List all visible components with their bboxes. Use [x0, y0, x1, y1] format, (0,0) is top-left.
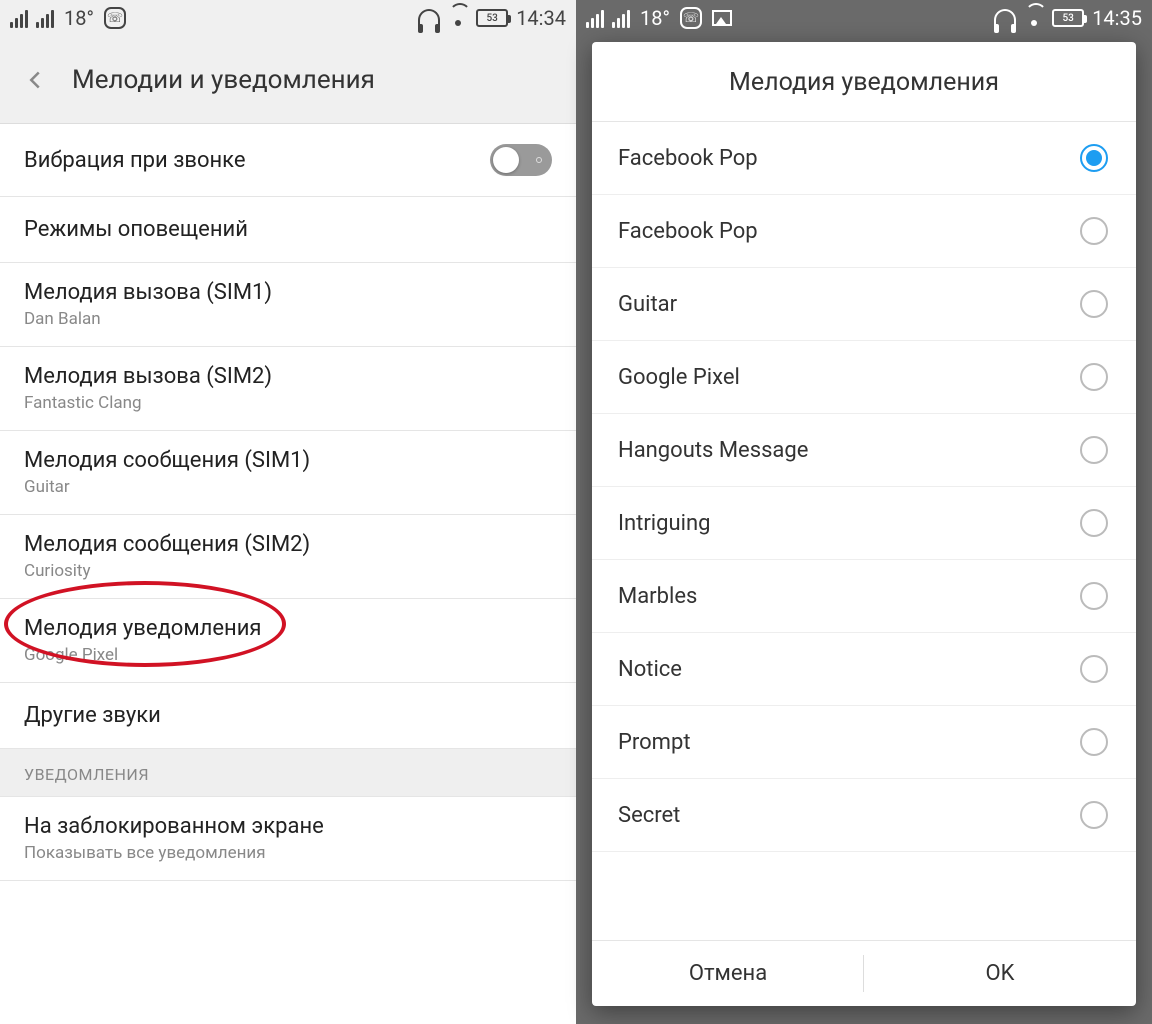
radio-item[interactable]: Google Pixel	[592, 341, 1136, 414]
radio-label: Intriguing	[618, 511, 710, 536]
setting-subtitle: Curiosity	[24, 561, 310, 581]
viber-icon: ☏	[680, 7, 702, 29]
radio-item[interactable]: Hangouts Message	[592, 414, 1136, 487]
app-bar: Мелодии и уведомления	[0, 36, 576, 124]
setting-title: Режимы оповещений	[24, 217, 248, 242]
section-header: УВЕДОМЛЕНИЯ	[0, 749, 576, 797]
ringtone-list[interactable]: Facebook Pop Facebook Pop Guitar Google Pix…	[592, 122, 1136, 940]
status-bar: 18° ☏ 53 14:34	[0, 0, 576, 36]
radio-button[interactable]	[1080, 436, 1108, 464]
dialog-actions: Отмена OK	[592, 940, 1136, 1006]
status-bar: 18° ☏ 53 14:35	[576, 0, 1152, 36]
radio-item[interactable]: Intriguing	[592, 487, 1136, 560]
setting-title: Мелодия вызова (SIM2)	[24, 364, 272, 389]
ok-button[interactable]: OK	[864, 941, 1136, 1006]
radio-item[interactable]: Guitar	[592, 268, 1136, 341]
setting-title: Мелодия вызова (SIM1)	[24, 280, 272, 305]
radio-button[interactable]	[1080, 217, 1108, 245]
radio-item[interactable]: Facebook Pop	[592, 195, 1136, 268]
viber-icon: ☏	[104, 7, 126, 29]
image-icon	[712, 10, 732, 26]
setting-item[interactable]: Режимы оповещений	[0, 197, 576, 263]
setting-item[interactable]: Мелодия уведомления Google Pixel	[0, 599, 576, 683]
headphones-icon	[994, 9, 1016, 27]
radio-label: Google Pixel	[618, 365, 740, 390]
radio-item[interactable]: Secret	[592, 779, 1136, 852]
toggle-switch[interactable]	[490, 144, 552, 176]
setting-subtitle: Fantastic Clang	[24, 393, 272, 413]
setting-title: Вибрация при звонке	[24, 148, 246, 173]
setting-item[interactable]: На заблокированном экране Показывать все …	[0, 797, 576, 881]
radio-button[interactable]	[1080, 728, 1108, 756]
radio-label: Facebook Pop	[618, 219, 758, 244]
radio-button[interactable]	[1080, 144, 1108, 172]
radio-button[interactable]	[1080, 509, 1108, 537]
setting-item[interactable]: Мелодия вызова (SIM1) Dan Balan	[0, 263, 576, 347]
setting-subtitle: Dan Balan	[24, 309, 272, 329]
cancel-button[interactable]: Отмена	[592, 941, 864, 1006]
back-button[interactable]	[18, 63, 52, 97]
radio-button[interactable]	[1080, 655, 1108, 683]
clock: 14:34	[516, 6, 566, 30]
radio-label: Prompt	[618, 730, 691, 755]
signal-icon	[586, 8, 630, 28]
dialog-title: Мелодия уведомления	[592, 42, 1136, 122]
signal-icon	[10, 8, 54, 28]
dialog-backdrop: Мелодия уведомления Facebook PopFacebook…	[576, 36, 1152, 1024]
radio-button[interactable]	[1080, 801, 1108, 829]
setting-item[interactable]: Мелодия сообщения (SIM1) Guitar	[0, 431, 576, 515]
radio-button[interactable]	[1080, 582, 1108, 610]
setting-item[interactable]: Мелодия сообщения (SIM2) Curiosity	[0, 515, 576, 599]
setting-item[interactable]: Другие звуки	[0, 683, 576, 749]
setting-subtitle: Google Pixel	[24, 645, 262, 665]
radio-button[interactable]	[1080, 363, 1108, 391]
setting-subtitle: Guitar	[24, 477, 310, 497]
wifi-icon	[448, 10, 468, 26]
battery-level: 53	[1063, 13, 1074, 24]
clock: 14:35	[1092, 6, 1142, 30]
radio-label: Notice	[618, 657, 682, 682]
battery-icon: 53	[1052, 9, 1084, 27]
radio-item[interactable]: Prompt	[592, 706, 1136, 779]
battery-icon: 53	[476, 9, 508, 27]
wifi-icon	[1024, 10, 1044, 26]
radio-item[interactable]: Notice	[592, 633, 1136, 706]
setting-title: Мелодия сообщения (SIM1)	[24, 448, 310, 473]
setting-item[interactable]: Мелодия вызова (SIM2) Fantastic Clang	[0, 347, 576, 431]
radio-label: Marbles	[618, 584, 697, 609]
battery-level: 53	[487, 13, 498, 24]
headphones-icon	[418, 9, 440, 27]
radio-item[interactable]: Marbles	[592, 560, 1136, 633]
weather-temp: 18°	[64, 6, 94, 30]
radio-label: Hangouts Message	[618, 438, 808, 463]
phone-screen-settings: 18° ☏ 53 14:34 Мелодии и уведомления Виб…	[0, 0, 576, 1024]
setting-title: Мелодия уведомления	[24, 616, 262, 641]
radio-label: Facebook Pop	[618, 146, 758, 171]
phone-screen-dialog: 18° ☏ 53 14:35 Мелодия уведомления Faceb…	[576, 0, 1152, 1024]
page-title: Мелодии и уведомления	[72, 65, 375, 95]
radio-label: Guitar	[618, 292, 677, 317]
ringtone-dialog: Мелодия уведомления Facebook PopFacebook…	[592, 42, 1136, 1006]
setting-item[interactable]: Вибрация при звонке	[0, 124, 576, 197]
setting-title: На заблокированном экране	[24, 814, 324, 839]
settings-list[interactable]: Вибрация при звонке Режимы оповещений Мело…	[0, 124, 576, 1024]
setting-title: Мелодия сообщения (SIM2)	[24, 532, 310, 557]
radio-button[interactable]	[1080, 290, 1108, 318]
radio-item[interactable]: Facebook Pop	[592, 122, 1136, 195]
setting-title: Другие звуки	[24, 703, 161, 728]
setting-subtitle: Показывать все уведомления	[24, 843, 324, 863]
radio-label: Secret	[618, 803, 680, 828]
weather-temp: 18°	[640, 6, 670, 30]
